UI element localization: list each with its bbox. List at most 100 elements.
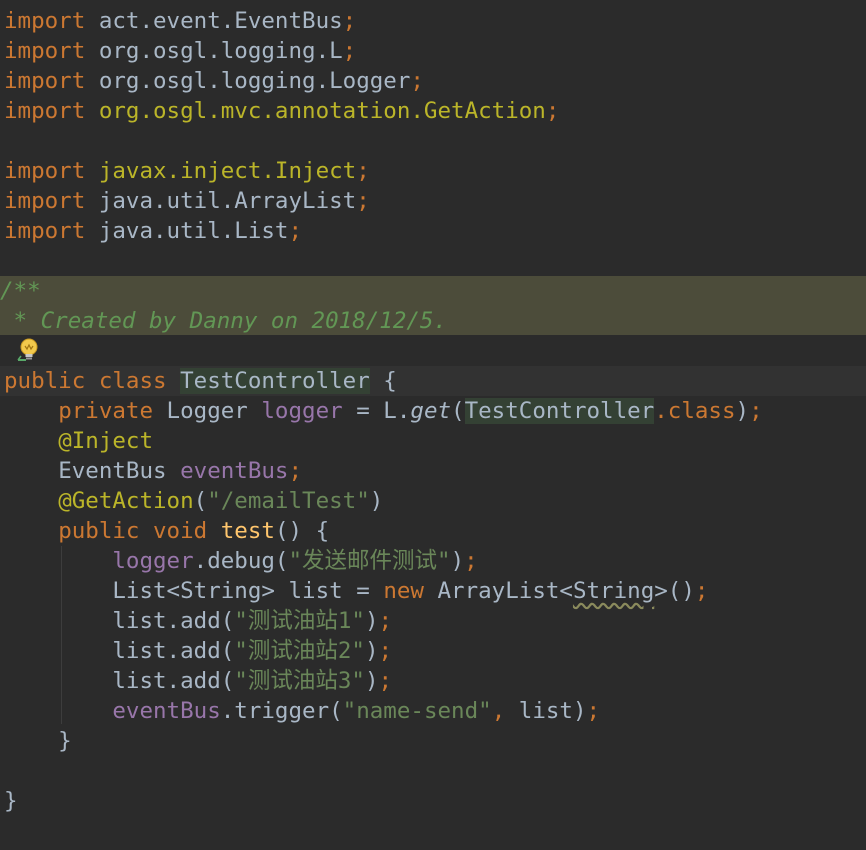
code-line-22[interactable]: list.add("测试油站2");	[0, 636, 866, 666]
keyword: import	[4, 218, 86, 244]
annotation: @Inject	[58, 428, 154, 454]
brace: {	[369, 368, 397, 394]
semicolon: ;	[586, 698, 601, 724]
field-name: logger	[112, 548, 194, 574]
code-line-1[interactable]: import act.event.EventBus;	[0, 6, 866, 36]
semicolon: ;	[749, 398, 763, 424]
lightbulb-icon[interactable]	[16, 336, 42, 366]
code-line-18[interactable]: public void test() {	[0, 516, 866, 546]
constructor: ArrayList<	[423, 578, 573, 604]
import-path: org.osgl.logging.Logger	[85, 68, 411, 94]
warning-type-argument[interactable]: String	[573, 578, 654, 604]
code-line-14[interactable]: private Logger logger = L.get(TestContro…	[0, 396, 866, 426]
string-literal: "测试油站2"	[234, 638, 365, 664]
code-line-11[interactable]: * Created by Danny on 2018/12/5.	[0, 306, 866, 336]
doc-comment: * Created by Danny on 2018/12/5.	[0, 308, 448, 334]
code-line-4[interactable]: import org.osgl.mvc.annotation.GetAction…	[0, 96, 866, 126]
method-call: list.add(	[112, 668, 235, 694]
code-line-2[interactable]: import org.osgl.logging.L;	[0, 36, 866, 66]
string-literal: "测试油站3"	[234, 668, 365, 694]
type: EventBus	[58, 458, 181, 484]
class-reference: TestController	[464, 398, 655, 424]
semicolon: ;	[356, 158, 370, 184]
method-declaration: test	[220, 518, 275, 544]
code-line-3[interactable]: import org.osgl.logging.Logger;	[0, 66, 866, 96]
paren: )	[369, 488, 384, 514]
argument: list)	[505, 698, 587, 724]
code-line-21[interactable]: list.add("测试油站1");	[0, 606, 866, 636]
keyword: private	[58, 398, 154, 424]
code-line-20[interactable]: List<String> list = new ArrayList<String…	[0, 576, 866, 606]
annotation: @GetAction	[58, 488, 194, 514]
keyword: public void	[58, 518, 221, 544]
import-path: javax.inject.Inject	[98, 158, 357, 184]
code-line-8[interactable]: import java.util.List;	[0, 216, 866, 246]
keyword: import	[4, 68, 86, 94]
string-literal: "测试油站1"	[234, 608, 365, 634]
field-name: eventBus	[112, 698, 221, 724]
keyword: import	[4, 38, 86, 64]
code-line-27[interactable]: }	[0, 786, 866, 816]
paren: )	[450, 548, 465, 574]
params-brace: () {	[274, 518, 330, 544]
keyword: public class	[4, 368, 181, 394]
semicolon: ;	[378, 608, 393, 634]
code-line-15[interactable]: @Inject	[0, 426, 866, 456]
import-path: java.util.ArrayList	[85, 188, 357, 214]
code-line-23[interactable]: list.add("测试油站3");	[0, 666, 866, 696]
semicolon: ;	[378, 668, 393, 694]
code-line-16[interactable]: EventBus eventBus;	[0, 456, 866, 486]
paren: (	[451, 398, 465, 424]
keyword: new	[383, 578, 424, 604]
string-literal: "name-send"	[342, 698, 492, 724]
semicolon: ;	[378, 638, 393, 664]
keyword: import	[4, 98, 86, 124]
constructor-end: >()	[654, 578, 695, 604]
method-call: list.add(	[112, 608, 235, 634]
string-literal: "/emailTest"	[207, 488, 370, 514]
keyword: import	[4, 188, 86, 214]
semicolon: ;	[342, 8, 357, 34]
class-name: TestController	[180, 368, 370, 394]
comma: ,	[491, 698, 506, 724]
paren: (	[193, 488, 208, 514]
type: Logger	[153, 398, 262, 424]
method-call: .trigger(	[220, 698, 343, 724]
semicolon: ;	[356, 188, 370, 214]
method-name: get	[410, 398, 452, 424]
semicolon: ;	[410, 68, 424, 94]
code-line-6[interactable]: import javax.inject.Inject;	[0, 156, 866, 186]
code-line-24[interactable]: eventBus.trigger("name-send", list);	[0, 696, 866, 726]
paren: )	[364, 608, 379, 634]
code-line-25[interactable]: }	[0, 726, 866, 756]
semicolon: ;	[694, 578, 709, 604]
paren: )	[364, 638, 379, 664]
import-path: org.osgl.logging.L	[85, 38, 343, 64]
field-name: logger	[261, 398, 343, 424]
string-literal: "发送邮件测试"	[288, 548, 451, 574]
code-line-10[interactable]: /**	[0, 276, 866, 306]
code-line-13[interactable]: public class TestController {	[0, 366, 866, 396]
declaration: List<String> list =	[112, 578, 384, 604]
paren: )	[735, 398, 750, 424]
closing-brace: }	[4, 728, 72, 754]
code-editor[interactable]: import act.event.EventBus; import org.os…	[0, 0, 866, 850]
code-line-7[interactable]: import java.util.ArrayList;	[0, 186, 866, 216]
code-line-19[interactable]: logger.debug("发送邮件测试");	[0, 546, 866, 576]
keyword: class	[667, 398, 736, 424]
dot: .	[654, 398, 668, 424]
code-line-17[interactable]: @GetAction("/emailTest")	[0, 486, 866, 516]
semicolon: ;	[545, 98, 560, 124]
